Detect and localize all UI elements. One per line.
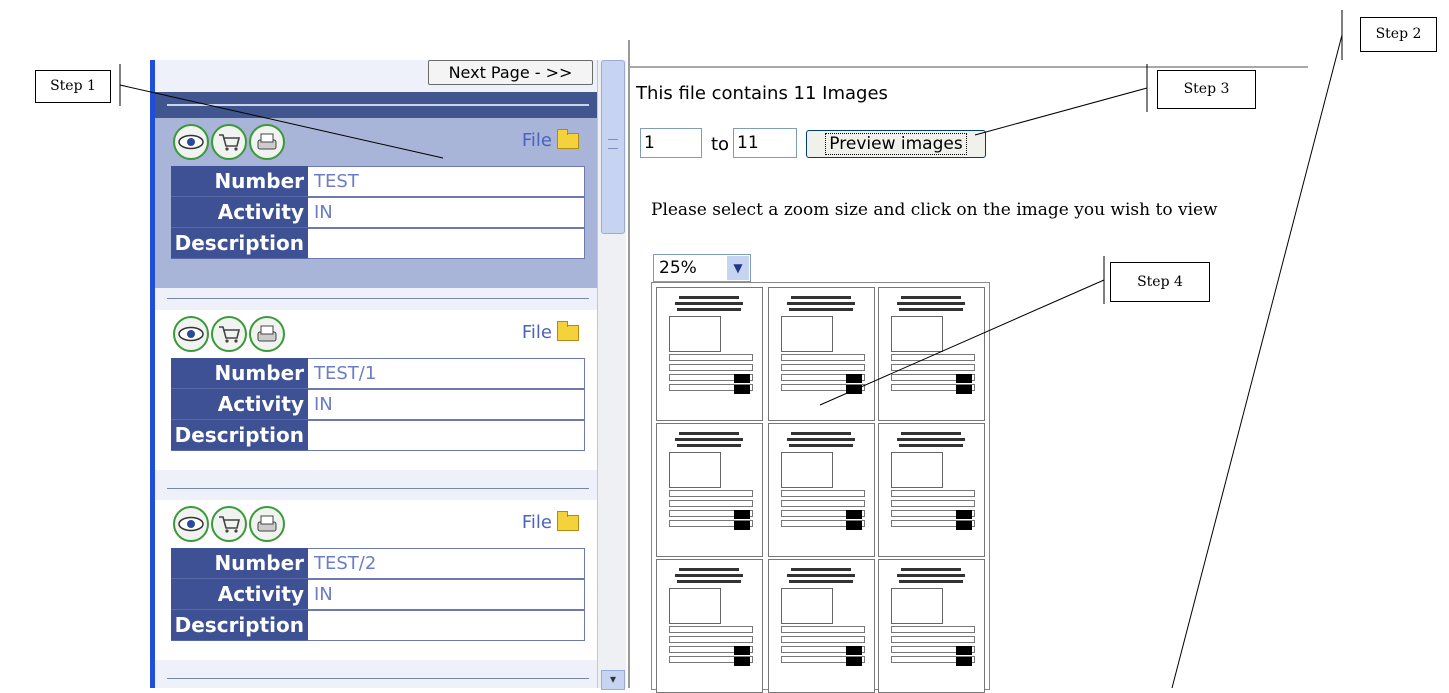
step-4-callout: Step 4 xyxy=(1110,262,1210,302)
step-2-callout: Step 2 xyxy=(1360,17,1437,52)
step-3-callout: Step 3 xyxy=(1157,70,1256,109)
step-1-callout: Step 1 xyxy=(35,70,111,103)
